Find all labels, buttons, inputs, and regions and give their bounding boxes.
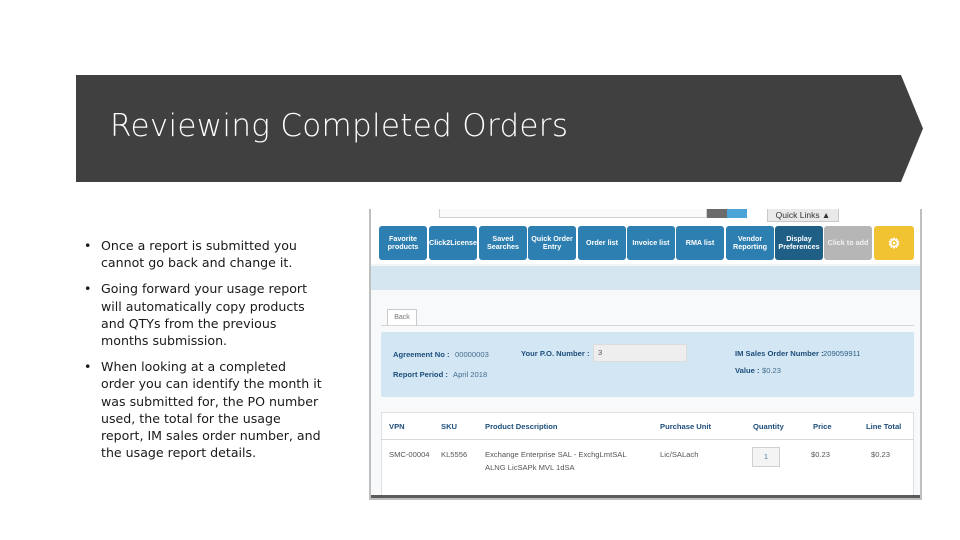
quick-link-rma-list[interactable]: RMA list: [676, 226, 724, 260]
column-header-line-total: Line Total: [866, 422, 902, 431]
po-label: Your P.O. Number :: [521, 349, 590, 358]
quick-links-tab[interactable]: Quick Links ▲: [767, 209, 839, 222]
cell-sku: KL5556: [441, 450, 468, 459]
bullet-text: Once a report is submitted you cannot go…: [101, 238, 297, 271]
column-header-sku: SKU: [441, 422, 458, 431]
order-info-panel: [381, 332, 914, 397]
cell-purchase-unit: Lic/SALach: [660, 450, 699, 459]
im-sales-order-label: IM Sales Order Number :: [735, 349, 824, 358]
search-button[interactable]: [727, 209, 747, 218]
bullet-dot-icon: •: [84, 238, 92, 253]
agreement-label: Agreement No :: [393, 350, 450, 359]
quick-links-bar: Favorite products Click2License Saved Se…: [371, 222, 920, 264]
quick-link-click-to-add[interactable]: Click to add: [824, 226, 872, 260]
bullet-dot-icon: •: [84, 359, 92, 375]
cell-description-line2: ALNG LicSAPk MVL 1dSA: [485, 463, 575, 472]
quick-link-saved-searches[interactable]: Saved Searches: [479, 226, 527, 260]
quantity-field[interactable]: 1: [752, 447, 780, 467]
bullet-text: Going forward your usage report will aut…: [101, 281, 308, 349]
quick-link-click2license[interactable]: Click2License: [429, 226, 477, 260]
table-header-divider: [381, 439, 914, 440]
agreement-value: 00000003: [455, 350, 489, 359]
bullet-list: • Once a report is submitted you cannot …: [84, 237, 322, 470]
bullet-dot-icon: •: [84, 281, 92, 297]
cell-line-total: $0.23: [871, 450, 891, 459]
bullet-item: • When looking at a completed order you …: [84, 358, 322, 461]
search-input[interactable]: [439, 209, 707, 218]
search-dropdown-button[interactable]: [707, 209, 727, 218]
slide-title: Reviewing Completed Orders: [110, 108, 569, 144]
quick-link-vendor-reporting[interactable]: Vendor Reporting: [726, 226, 774, 260]
quick-link-invoice-list[interactable]: Invoice list: [627, 226, 675, 260]
cell-description: Exchange Enterprise SAL - ExchgLmtSAL: [485, 450, 627, 459]
divider: [381, 325, 914, 326]
column-header-purchase-unit: Purchase Unit: [660, 422, 712, 431]
quick-link-quick-order-entry[interactable]: Quick Order Entry: [528, 226, 576, 260]
bullet-item: • Once a report is submitted you cannot …: [84, 237, 322, 271]
value-label: Value :: [735, 366, 760, 375]
column-header-price: Price: [813, 422, 832, 431]
bullet-text: When looking at a completed order you ca…: [101, 359, 322, 461]
quick-link-order-list[interactable]: Order list: [578, 226, 626, 260]
back-button[interactable]: Back: [387, 309, 417, 325]
quick-link-favorite-products[interactable]: Favorite products: [379, 226, 427, 260]
column-header-description: Product Description: [485, 422, 558, 431]
value-value: $0.23: [762, 366, 782, 375]
gear-icon[interactable]: ⚙: [874, 226, 914, 260]
column-header-quantity: Quantity: [753, 422, 784, 431]
cell-vpn: SMC-00004: [389, 450, 430, 459]
screenshot-bottom-edge: [371, 495, 920, 498]
embedded-screenshot: Quick Links ▲ Favorite products Click2Li…: [369, 209, 922, 500]
quick-link-display-preferences[interactable]: Display Preferences: [775, 226, 823, 260]
bullet-item: • Going forward your usage report will a…: [84, 280, 322, 349]
page-header-strip: [371, 266, 920, 290]
cell-price: $0.23: [811, 450, 831, 459]
column-header-vpn: VPN: [389, 422, 405, 431]
report-period-value: April 2018: [453, 370, 488, 379]
po-number-field[interactable]: 3: [593, 344, 687, 362]
im-sales-order-value: 209059911: [823, 349, 861, 358]
report-period-label: Report Period :: [393, 370, 448, 379]
